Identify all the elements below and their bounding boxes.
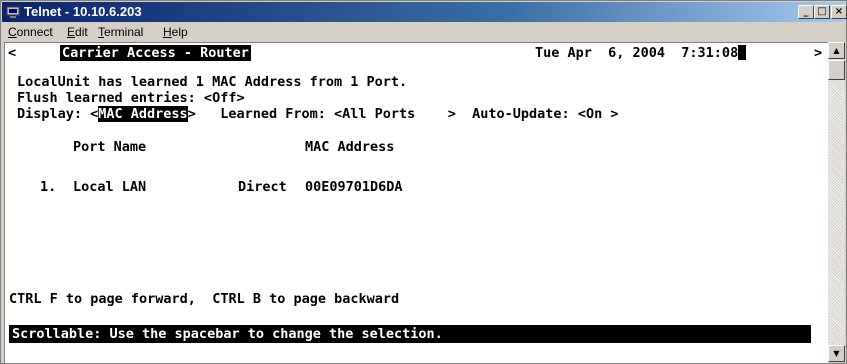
menu-edit-label: dit — [75, 25, 88, 39]
flush-setting[interactable]: Flush learned entries: <Off> — [17, 90, 245, 106]
telnet-window: Telnet - 10.10.6.203 _ □ × Connect Edit … — [0, 0, 847, 364]
menu-help-mnemonic: H — [163, 25, 172, 39]
display-selected-value[interactable]: MAC Address — [98, 106, 188, 122]
text-cursor — [738, 45, 747, 60]
paging-help: CTRL F to page forward, CTRL B to page b… — [9, 291, 400, 307]
status-line: Scrollable: Use the spacebar to change t… — [9, 325, 811, 343]
menu-edit-mnemonic: E — [67, 25, 76, 39]
row-port-name: Local LAN — [73, 179, 147, 195]
row-mac-address: 00E09701D6DA — [305, 179, 403, 195]
vertical-scrollbar[interactable]: ▲ ▼ — [828, 42, 845, 362]
menu-terminal[interactable]: Terminal — [98, 25, 143, 39]
datetime-text: Tue Apr 6, 2004 7:31:08 — [535, 45, 739, 61]
close-button[interactable]: × — [831, 5, 847, 19]
scroll-thumb[interactable] — [828, 60, 845, 80]
left-arrow: < — [8, 45, 17, 61]
row-index: 1. — [40, 179, 57, 195]
window-title: Telnet - 10.10.6.203 — [24, 4, 142, 19]
display-prefix: Display: < — [17, 106, 99, 122]
menu-help-label: elp — [171, 25, 188, 39]
right-arrow: > — [814, 45, 823, 61]
menu-help[interactable]: Help — [163, 25, 188, 39]
telnet-icon — [6, 6, 20, 18]
learned-summary: LocalUnit has learned 1 MAC Address from… — [17, 74, 408, 90]
menu-connect-mnemonic: C — [8, 25, 17, 39]
terminal-screen[interactable]: < Carrier Access - Router Tue Apr 6, 200… — [4, 42, 828, 363]
screen-datetime: Tue Apr 6, 2004 7:31:08 — [535, 45, 747, 61]
title-bar[interactable]: Telnet - 10.10.6.203 _ □ × — [2, 2, 847, 22]
column-mac-address: MAC Address — [305, 139, 395, 155]
row-type: Direct — [238, 179, 287, 195]
display-options[interactable]: Display: <MAC Address> Learned From: <Al… — [17, 106, 618, 122]
menu-terminal-label: erminal — [104, 25, 144, 39]
menu-connect-label: onnect — [16, 25, 53, 39]
column-port-name: Port Name — [73, 139, 147, 155]
screen-heading: Carrier Access - Router — [60, 45, 251, 61]
menu-connect[interactable]: Connect — [8, 25, 53, 39]
scroll-down-icon[interactable]: ▼ — [828, 345, 845, 362]
maximize-button[interactable]: □ — [814, 5, 830, 19]
display-suffix: > Learned From: <All Ports > Auto-Update… — [187, 106, 619, 122]
menu-bar: Connect Edit Terminal Help — [2, 23, 845, 41]
menu-edit[interactable]: Edit — [67, 25, 88, 39]
minimize-button[interactable]: _ — [798, 5, 814, 19]
scroll-up-icon[interactable]: ▲ — [828, 42, 845, 59]
